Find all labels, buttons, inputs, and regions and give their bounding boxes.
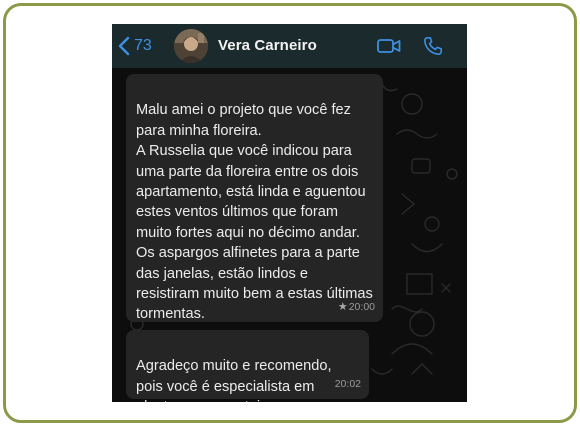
message-time: 20:02 [334, 377, 361, 390]
video-camera-icon [377, 39, 401, 53]
chat-header: 73 Vera Carneiro [112, 24, 467, 68]
message-bubble[interactable]: Malu amei o projeto que você fez para mi… [126, 74, 383, 322]
star-icon: ★ [337, 300, 348, 313]
phone-icon [424, 37, 442, 55]
back-button[interactable]: 73 [118, 34, 152, 58]
message-meta: ★ 20:00 [338, 297, 375, 317]
unread-count: 73 [134, 37, 152, 54]
message-text: Malu amei o projeto que você fez para mi… [136, 102, 373, 323]
avatar-image [174, 29, 208, 63]
message-bubble[interactable]: Agradeço muito e recomendo, pois você é … [126, 330, 369, 402]
message-time: 20:00 [348, 300, 375, 313]
avatar[interactable] [174, 29, 208, 63]
chat-screen: 73 Vera Carneiro Malu amei o projeto que… [112, 24, 467, 402]
message-text: Agradeço muito e recomendo, pois você é … [136, 358, 332, 402]
voice-call-button[interactable] [421, 34, 445, 58]
contact-name[interactable]: Vera Carneiro [218, 37, 317, 54]
message-meta: 20:02 [335, 374, 361, 394]
video-call-button[interactable] [376, 34, 402, 58]
chevron-left-icon [118, 36, 130, 56]
